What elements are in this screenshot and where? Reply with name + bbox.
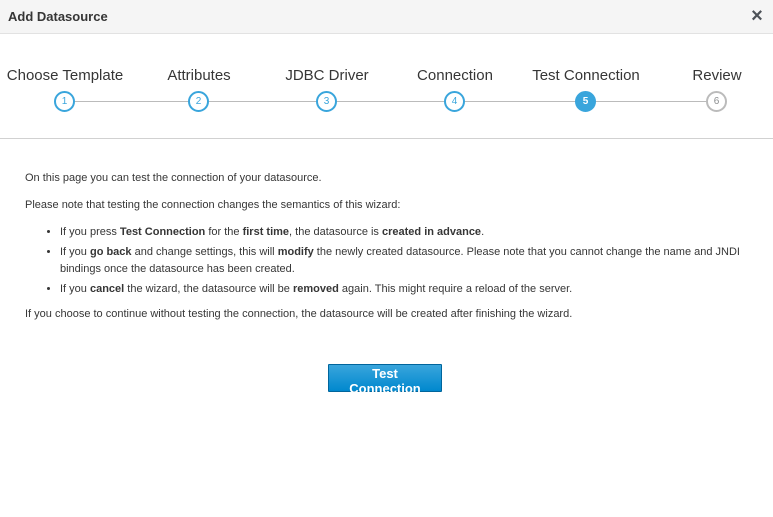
text: . bbox=[481, 226, 485, 238]
step-number-badge-active: 5 bbox=[575, 91, 596, 112]
step-number-badge: 4 bbox=[444, 91, 465, 112]
emphasis: first time bbox=[242, 226, 290, 238]
text: for the bbox=[205, 226, 243, 238]
test-connection-button[interactable]: Test Connection bbox=[328, 364, 442, 396]
test-connection-description: On this page you can test the connection… bbox=[25, 170, 750, 333]
text: If you bbox=[60, 283, 90, 295]
list-item: If you go back and change settings, this… bbox=[60, 244, 750, 278]
text: If you press bbox=[60, 226, 120, 238]
emphasis: created in advance bbox=[382, 226, 482, 238]
text: the wizard, the datasource will be bbox=[124, 283, 293, 295]
text: , the datasource is bbox=[289, 226, 382, 238]
emphasis: cancel bbox=[89, 283, 125, 295]
step-label: Test Connection bbox=[532, 67, 640, 84]
emphasis: go back bbox=[89, 246, 132, 258]
wizard-step-connection[interactable]: Connection 4 bbox=[380, 34, 530, 124]
intro-text: On this page you can test the connection… bbox=[25, 172, 322, 184]
emphasis: Test Connection bbox=[119, 226, 206, 238]
add-datasource-dialog: Add Datasource × Choose Template 1 Attri… bbox=[0, 0, 773, 517]
note-text: Please note that testing the connection … bbox=[25, 199, 401, 211]
semantics-list: If you press Test Connection for the fir… bbox=[25, 224, 750, 298]
wizard-step-choose-template[interactable]: Choose Template 1 bbox=[0, 34, 140, 124]
list-item: If you cancel the wizard, the datasource… bbox=[60, 281, 750, 298]
list-item: If you press Test Connection for the fir… bbox=[60, 224, 750, 241]
wizard-step-test-connection[interactable]: Test Connection 5 bbox=[511, 34, 661, 124]
emphasis: removed bbox=[292, 283, 339, 295]
text: If you bbox=[60, 246, 90, 258]
dialog-header: Add Datasource × bbox=[0, 0, 773, 34]
step-label: Choose Template bbox=[6, 67, 124, 84]
step-label: Review bbox=[692, 67, 742, 84]
step-label: Connection bbox=[417, 67, 493, 84]
step-number-badge: 2 bbox=[188, 91, 209, 112]
step-number-badge: 1 bbox=[54, 91, 75, 112]
step-number-badge: 3 bbox=[316, 91, 337, 112]
wizard-step-review[interactable]: Review 6 bbox=[642, 34, 773, 124]
text: and change settings, this will bbox=[131, 246, 278, 258]
close-icon[interactable]: × bbox=[747, 4, 767, 28]
step-number-badge: 6 bbox=[706, 91, 727, 112]
footer-text: If you choose to continue without testin… bbox=[25, 308, 573, 320]
text: again. This might require a reload of th… bbox=[338, 283, 573, 295]
wizard-steps: Choose Template 1 Attributes 2 JDBC Driv… bbox=[0, 34, 773, 139]
dialog-title: Add Datasource bbox=[8, 9, 108, 24]
emphasis: modify bbox=[277, 246, 314, 258]
